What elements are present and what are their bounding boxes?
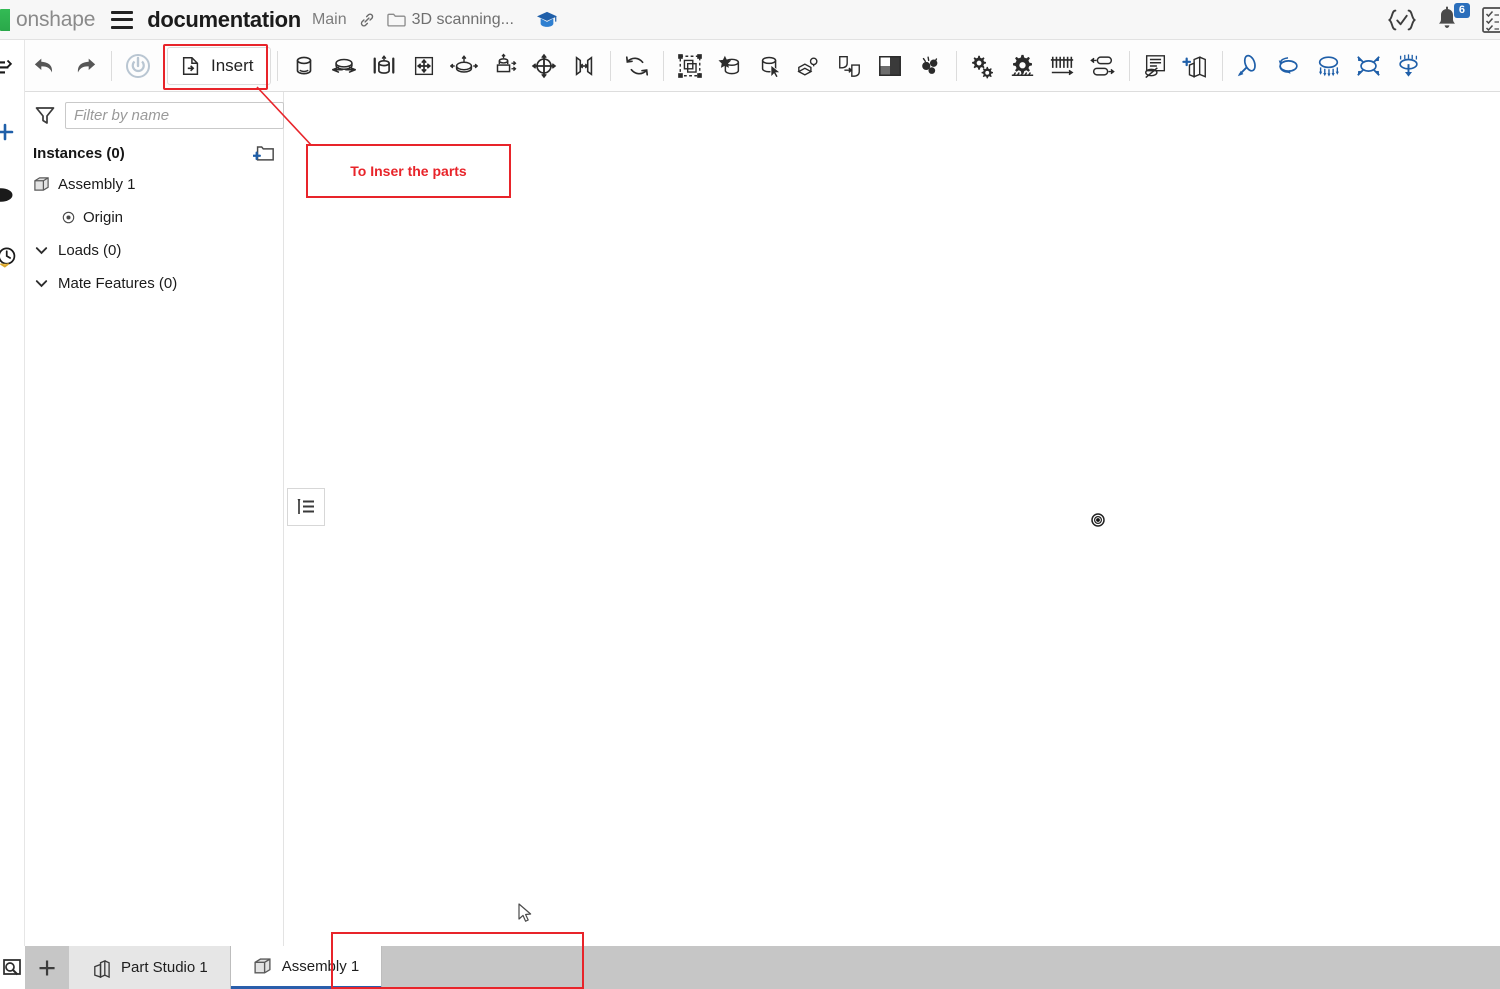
add-part-studio-icon[interactable] [1176,46,1216,86]
load-pressure-icon[interactable] [1309,46,1349,86]
rail-add-icon[interactable] [0,113,25,153]
boolean-icon[interactable] [710,46,750,86]
load-force-icon[interactable] [1229,46,1269,86]
hamburger-menu-icon[interactable] [111,10,134,29]
chevron-down-icon[interactable] [33,242,50,259]
folder-breadcrumb[interactable]: 3D scanning... [386,10,514,29]
instances-label: Instances (0) [33,144,125,162]
toolbar-separator [1221,50,1223,81]
annotation-text: To Inser the parts [350,163,467,179]
origin-icon [62,211,75,224]
simulation-icon[interactable] [910,46,950,86]
pattern-icon[interactable] [830,46,870,86]
group-icon[interactable] [670,46,710,86]
list-panel-toggle-icon[interactable] [287,488,325,526]
hide-show-icon[interactable] [1136,46,1176,86]
left-icon-rail [0,40,25,989]
rail-comment-icon[interactable] [0,175,25,215]
origin-point-icon [1091,513,1105,527]
workspace-name[interactable]: Main [312,11,347,29]
tab-label: Part Studio 1 [121,959,208,976]
assembly-icon [254,957,271,974]
cylindrical-mate-icon[interactable] [484,46,524,86]
pin-slot-mate-icon[interactable] [564,46,604,86]
tree-node-loads[interactable]: Loads (0) [25,234,283,267]
fastened-mate-icon[interactable] [324,46,364,86]
redo-icon[interactable] [65,46,105,86]
ball-mate-icon[interactable] [524,46,564,86]
insert-icon [182,56,199,75]
toolbar-separator [662,50,664,81]
graphics-viewport[interactable] [284,92,1500,946]
chevron-down-icon[interactable] [33,275,50,292]
rack-pinion-icon[interactable] [1043,46,1083,86]
instances-header: Instances (0) [25,138,283,168]
mouse-cursor-icon [518,903,534,925]
topbar-right-group: 6 [1386,2,1500,34]
rebuild-icon[interactable] [118,46,158,86]
code-check-icon[interactable] [1386,7,1418,33]
filter-icon[interactable] [33,103,57,127]
gear-relation-icon[interactable] [963,46,1003,86]
tab-assembly-1[interactable]: Assembly 1 [230,946,383,989]
toolbar-separator [111,50,112,81]
toolbar-separator [1128,50,1130,81]
folder-icon [386,13,406,27]
add-folder-icon[interactable] [253,143,275,163]
insert-button-label: Insert [211,55,254,75]
onshape-logo-text[interactable]: onshape [16,8,95,32]
rail-list-icon[interactable] [0,48,25,88]
replace-instance-icon[interactable] [617,46,657,86]
slider-mate-icon[interactable] [404,46,444,86]
tree-node-assembly-1[interactable]: Assembly 1 [25,168,283,201]
notification-badge: 6 [1453,2,1470,18]
revolute-mate-icon[interactable] [364,46,404,86]
load-gravity-icon[interactable] [1389,46,1429,86]
tree-node-label: Mate Features (0) [58,275,178,292]
undo-icon[interactable] [25,46,65,86]
tree-node-origin[interactable]: Origin [25,201,283,234]
tree-node-label: Origin [83,209,124,226]
toolbar-separator [955,50,957,81]
search-document-icon[interactable] [0,946,25,989]
add-tab-button[interactable]: + [25,946,69,989]
rail-history-icon[interactable] [0,237,25,277]
select-instance-icon[interactable] [750,46,790,86]
document-tab-bar: + Part Studio 1 Assembly 1 [0,946,1500,989]
onshape-assembly-window: onshape documentation Main 3D scanning..… [0,0,1500,989]
toolbar-separator [609,50,611,81]
exploded-view-icon[interactable] [870,46,910,86]
filter-row [25,92,312,138]
linear-relation-icon[interactable] [1083,46,1123,86]
toolbar-separator [276,50,278,81]
insert-button[interactable]: Insert [167,46,271,85]
load-constraint-icon[interactable] [1349,46,1389,86]
load-moment-icon[interactable] [1269,46,1309,86]
mate-connector-icon[interactable] [284,46,324,86]
checklist-document-icon[interactable] [1480,6,1500,34]
filter-input[interactable] [65,101,284,129]
tab-part-studio-1[interactable]: Part Studio 1 [69,946,231,989]
tab-label: Assembly 1 [281,957,360,975]
link-icon[interactable] [358,11,376,29]
notification-bell-icon[interactable]: 6 [1434,2,1470,34]
tree-node-label: Loads (0) [58,242,122,259]
assembly-icon [34,177,49,191]
folder-name: 3D scanning... [411,10,514,28]
onshape-logo-icon[interactable] [0,8,10,31]
replicate-icon[interactable] [790,46,830,86]
planar-mate-icon[interactable] [444,46,484,86]
tree-node-mate-features[interactable]: Mate Features (0) [25,267,283,300]
document-title[interactable]: documentation [147,7,301,33]
top-bar: onshape documentation Main 3D scanning..… [0,0,1500,40]
gear-mate-icon[interactable] [1003,46,1043,86]
annotation-callout: To Inser the parts [306,144,511,198]
assembly-toolbar: Insert [0,40,1500,92]
part-studio-icon [94,959,110,978]
graduation-cap-icon[interactable] [536,10,558,30]
assembly-feature-tree-panel: Instances (0) Assembly 1 Origin [25,92,312,946]
tree-node-label: Assembly 1 [58,176,136,193]
